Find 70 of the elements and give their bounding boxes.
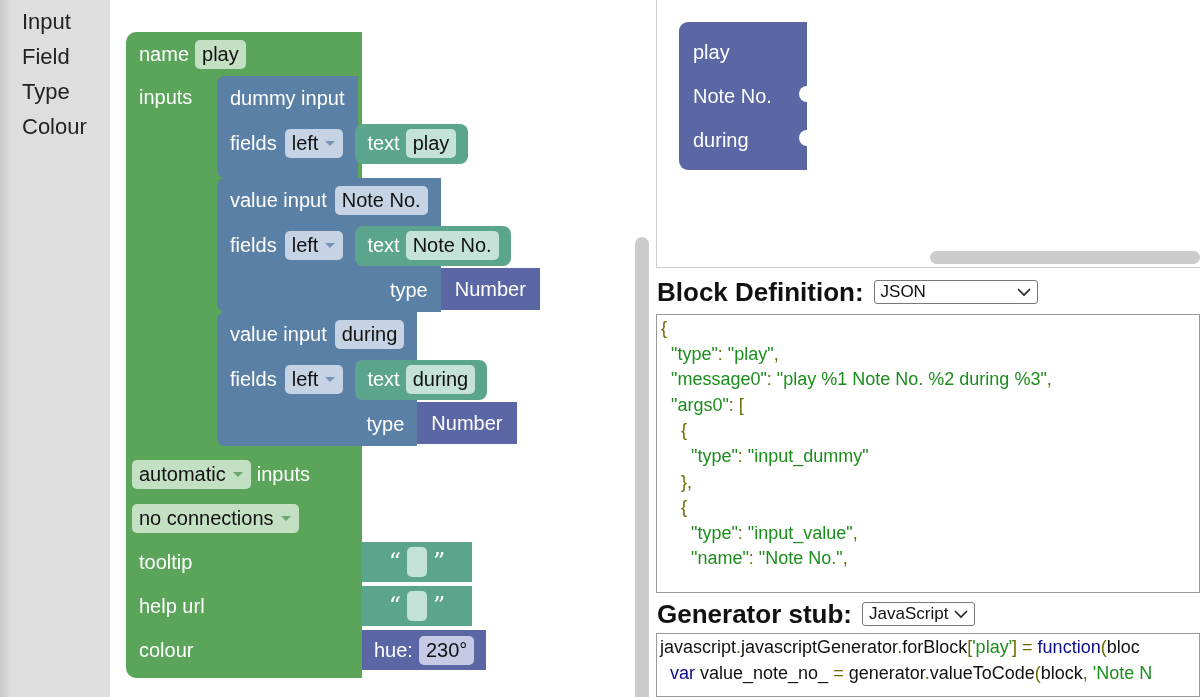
align-dropdown[interactable]: left [284,365,344,394]
input-name-field[interactable]: during [334,320,405,349]
text-value-field[interactable]: Note No. [405,231,499,260]
align-dropdown[interactable]: left [284,129,344,158]
block-label: help url [139,594,205,618]
caret-icon [324,140,337,147]
code-line: javascript.javascriptGenerator.forBlock['play'] = function(bloc [660,636,1141,659]
dummy-input-block[interactable] [217,76,358,178]
code-line: { [680,419,688,443]
text-value-field[interactable]: during [405,365,476,394]
fields-label: fields [230,132,277,155]
caret-icon [279,514,292,522]
block-label: inputs [256,462,311,486]
fields-label: fields [230,368,277,391]
section-heading: Block Definition: [657,276,864,308]
chevron-icon [954,609,969,619]
align-dropdown[interactable]: left [284,231,344,260]
block-label: name [139,42,190,66]
horizontal-scrollbar[interactable] [930,251,1200,264]
block-label: inputs [139,86,193,108]
toolbox-category[interactable]: Type [0,76,110,111]
text-value-field[interactable]: play [405,129,457,158]
block-label: value input [230,189,327,212]
input-notch [799,86,807,102]
input-notch [799,130,807,146]
text-field-block[interactable]: text during [355,359,488,400]
preview-block[interactable]: play Note No. during [679,22,807,170]
fields-label: fields [230,234,277,257]
text-field-block[interactable]: text play [355,123,469,164]
caret-icon [324,376,337,383]
caret-icon [324,242,337,249]
toolbox-category[interactable]: Colour [0,111,110,146]
code-box[interactable]: { "type": "play", "message0": "play %1 Note No. %2 during %3", "args0": [ { "type": "input_dummy" }, { "type": "input_value", "name": "Note No.", [656,314,1200,593]
code-line: "type": "play", [670,342,780,366]
block-label: value input [230,323,327,346]
code-line: "args0": [ [670,393,745,417]
vertical-scrollbar[interactable] [635,237,649,697]
block-label: play [693,40,730,64]
code-box[interactable]: javascript.javascriptGenerator.forBlock['play'] = function(bloc var value_note_no_ = generator.valueToCode(block, 'Note N [656,633,1200,697]
code-line: "name": "Note No.", [690,547,849,571]
code-line: var value_note_no_ = generator.valueToCode(block, 'Note N [669,661,1154,686]
language-select[interactable]: JavaScript [862,602,976,626]
block-label: colour [139,638,194,662]
hue-block[interactable]: hue: 230° [362,630,487,670]
block-label: tooltip [139,550,193,574]
code-line: }, [680,470,694,494]
block-label: dummy input [230,87,345,110]
connections-dropdown[interactable]: no connections [132,503,299,533]
type-block[interactable]: Number [417,402,517,444]
toolbox-category[interactable]: Input [0,6,110,41]
block-name-field[interactable]: play [195,39,246,69]
code-line: "message0": "play %1 Note No. %2 during %3", [670,368,1053,392]
input-name-field[interactable]: Note No. [334,186,428,215]
code-line: { [661,317,668,340]
text-field-block[interactable]: text Note No. [355,225,511,266]
block-label: Note No. [693,84,772,108]
format-select[interactable]: JSON [873,280,1038,304]
caret-icon [231,470,244,478]
code-line: "type": "input_value", [690,521,859,546]
section-heading: Generator stub: [657,598,853,630]
type-block[interactable]: Number [440,268,540,310]
hue-value-field[interactable]: 230° [418,635,475,665]
code-line: { [680,496,688,520]
type-label: type [389,278,428,302]
toolbox-category[interactable]: Field [0,41,110,76]
chevron-icon [1016,287,1031,297]
inputs-mode-dropdown[interactable]: automatic [132,459,251,489]
type-label: type [366,412,405,436]
code-line: "type": "input_dummy" [690,444,870,469]
block-label: during [693,128,749,152]
